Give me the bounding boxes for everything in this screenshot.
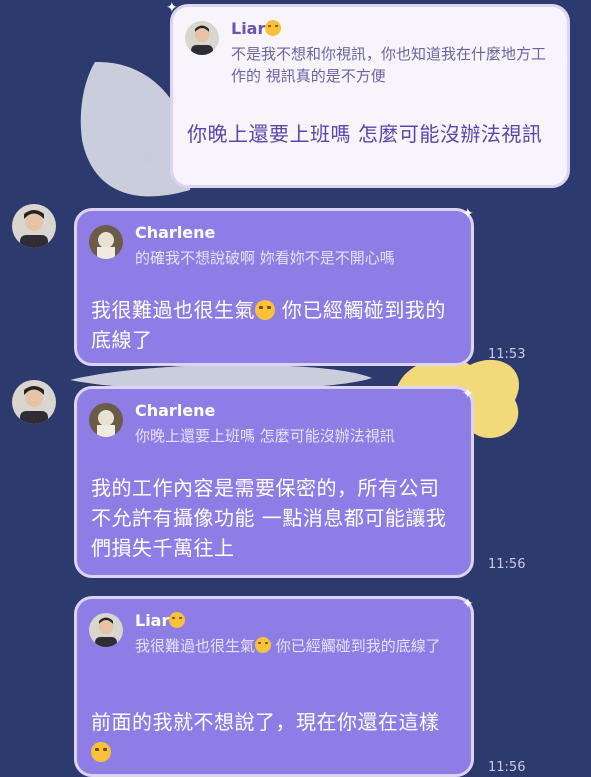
quoted-sender-name: Charlene [135,401,216,420]
message-timestamp: 11:49 [120,168,158,183]
sparkle-icon: ✦ [166,0,178,16]
reply-quote[interactable]: Liar 我很難過也很生氣 你已經觸碰到我的底線了 [89,609,459,669]
sparkle-icon: ✦ [462,386,474,402]
sender-avatar[interactable] [12,204,56,248]
angry-face-icon [255,300,275,320]
message-text: 你晚上還要上班嗎 怎麼可能沒辦法視訊 [187,122,543,146]
reply-quote[interactable]: Charlene 的確我不想說破啊 妳看妳不是不開心嗎 [89,221,459,281]
quoted-sender-name: Liar [135,611,186,630]
message-text: 我很難過也很生氣 你已經觸碰到我的底線了 [91,298,446,352]
message-text: 前面的我就不想說了，現在你還在這樣 [91,707,457,767]
reply-quote[interactable]: Charlene 你晚上還要上班嗎 怎麼可能沒辦法視訊 [89,399,459,459]
message-bubble-sent[interactable]: Liar 不是我不想和你視訊，你也知道我在什麼地方工作的 視訊真的是不方便 你晚… [170,4,570,188]
quoted-message-text: 你晚上還要上班嗎 怎麼可能沒辦法視訊 [135,427,395,445]
message-timestamp: 11:56 [488,760,526,775]
reply-quote[interactable]: Liar 不是我不想和你視訊，你也知道我在什麼地方工作的 視訊真的是不方便 [185,17,555,85]
sparkle-icon: ✦ [462,596,474,612]
quoted-sender-name: Liar [231,19,282,38]
message-timestamp: 11:56 [488,557,526,572]
message-bubble-received[interactable]: Charlene 你晚上還要上班嗎 怎麼可能沒辦法視訊 我的工作內容是需要保密的… [74,386,474,578]
angry-face-icon [255,637,272,653]
message-bubble-received[interactable]: Liar 我很難過也很生氣 你已經觸碰到我的底線了 前面的我就不想說了，現在你還… [74,596,474,777]
sender-avatar[interactable] [12,380,56,424]
monocle-face-icon [169,612,186,628]
monocle-face-icon [265,20,282,36]
sparkle-icon: ✦ [462,206,474,222]
quoted-message-text: 不是我不想和你視訊，你也知道我在什麼地方工作的 視訊真的是不方便 [231,45,547,85]
quoted-message-text: 我很難過也很生氣 你已經觸碰到我的底線了 [135,637,441,655]
quoted-message-text: 的確我不想說破啊 妳看妳不是不開心嗎 [135,249,395,267]
quoted-user-avatar [89,403,123,437]
read-receipt: 已讀 [128,152,155,167]
quoted-user-avatar [185,21,219,55]
quoted-sender-name: Charlene [135,223,216,242]
quoted-user-avatar [89,225,123,259]
message-text: 我的工作內容是需要保密的，所有公司不允許有攝像功能 一點消息都可能讓我們損失千萬… [91,476,447,560]
quoted-user-avatar [89,613,123,647]
angry-face-icon [91,742,111,762]
message-timestamp: 11:53 [488,347,526,362]
message-bubble-received[interactable]: Charlene 的確我不想說破啊 妳看妳不是不開心嗎 我很難過也很生氣 你已經… [74,208,474,366]
